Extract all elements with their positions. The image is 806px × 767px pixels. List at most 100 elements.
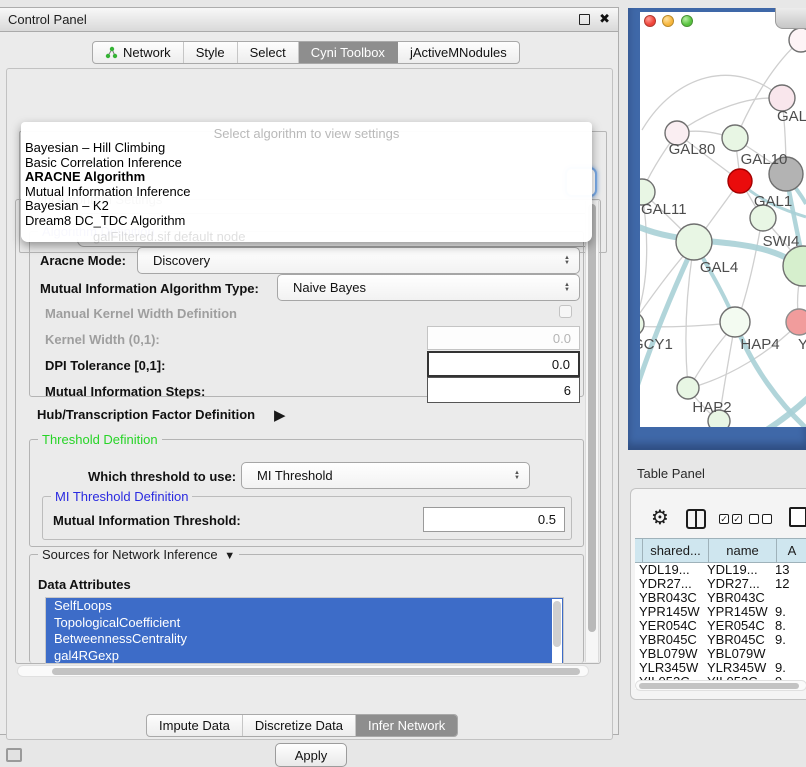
algorithm-option[interactable]: Mutual Information Inference	[21, 185, 592, 200]
tab-network-label: Network	[123, 45, 171, 60]
node-gal10[interactable]	[722, 125, 748, 151]
node-red[interactable]	[728, 169, 752, 193]
network-overlay-toolbar[interactable]	[775, 8, 806, 29]
algorithm-option[interactable]: Bayesian – K2	[21, 199, 592, 214]
table-horizontal-scrollbar-thumb[interactable]	[639, 683, 799, 689]
restore-icon[interactable]	[579, 14, 590, 25]
table-row[interactable]: YBR043CYBR043C	[635, 591, 806, 605]
tab-network[interactable]: Network	[93, 42, 184, 63]
kernel-width-field[interactable]: 0.0	[427, 326, 580, 350]
data-attributes-list: SelfLoops TopologicalCoefficient Between…	[45, 597, 564, 664]
table-row[interactable]: YDR27...YDR27...12	[635, 577, 806, 591]
algorithm-popup-prompt: Select algorithm to view settings	[21, 126, 592, 141]
expand-right-icon[interactable]: ▶	[274, 406, 286, 424]
tab-cyni-toolbox[interactable]: Cyni Toolbox	[299, 42, 398, 63]
settings-vertical-scrollbar[interactable]	[585, 201, 599, 662]
window-title: Control Panel	[0, 12, 87, 27]
attributes-scrollbar[interactable]	[552, 599, 562, 664]
attribute-item-selected[interactable]: gal4RGexp	[46, 648, 563, 665]
mi-threshold-field[interactable]: 0.5	[423, 507, 565, 532]
node-label: GAL1	[754, 193, 792, 210]
algorithm-option[interactable]: Bayesian – Hill Climbing	[21, 141, 592, 156]
new-table-icon[interactable]	[789, 507, 806, 527]
attribute-item-selected[interactable]: TopologicalCoefficient	[46, 615, 563, 632]
table-horizontal-scrollbar[interactable]	[635, 680, 806, 691]
table-row[interactable]: YBL079WYBL079W	[635, 647, 806, 661]
node-gal4[interactable]	[676, 224, 712, 260]
table-row[interactable]: YDL19...YDL19...13	[635, 563, 806, 577]
minimized-panel-icon[interactable]	[6, 748, 22, 762]
table-row[interactable]: YLR345WYLR345W9.	[635, 661, 806, 675]
apply-button[interactable]: Apply	[275, 743, 347, 767]
tab-select[interactable]: Select	[238, 42, 299, 63]
mi-threshold-title: MI Threshold Definition	[51, 489, 192, 504]
node-unlabeled[interactable]	[789, 28, 806, 52]
aracne-mode-label: Aracne Mode:	[40, 253, 126, 268]
stepper-icon: ▲▼	[514, 471, 520, 481]
node-hap2[interactable]	[677, 377, 699, 399]
threshold-definition-group: Threshold Definition Which threshold to …	[29, 439, 584, 547]
algorithm-option[interactable]: Basic Correlation Inference	[21, 156, 592, 171]
gear-icon[interactable]: ⚙	[651, 505, 669, 530]
sources-group: Sources for Network Inference ▼ Data Att…	[29, 554, 584, 663]
control-panel-titlebar[interactable]: Control Panel	[0, 8, 618, 32]
which-threshold-combo[interactable]: MI Threshold ▲▼	[241, 462, 530, 489]
node-label: GAL11	[641, 201, 687, 218]
node-gcy1[interactable]	[640, 312, 644, 336]
tab-jactivemnodules[interactable]: jActiveMNodules	[398, 42, 519, 63]
column-header-shared[interactable]: shared...	[643, 539, 709, 562]
attribute-item-selected[interactable]: BetweennessCentrality	[46, 631, 563, 648]
mi-type-combo[interactable]: Naive Bayes ▲▼	[277, 274, 580, 301]
node-table: shared... name A YDL19...YDL19...13 YDR2…	[635, 538, 806, 691]
collapse-down-icon[interactable]: ▼	[221, 550, 235, 562]
dpi-tolerance-field[interactable]: 0.0	[427, 351, 580, 377]
algorithm-dropdown-popup: Select algorithm to view settings Bayesi…	[21, 122, 592, 242]
attribute-item-selected[interactable]: SelfLoops	[46, 598, 563, 615]
tab-impute-data[interactable]: Impute Data	[147, 715, 243, 736]
close-icon[interactable]: ✖	[599, 11, 610, 27]
mi-steps-field[interactable]: 6	[427, 377, 580, 403]
manual-kernel-checkbox[interactable]	[559, 305, 572, 318]
select-all-icon[interactable]: ✓✓	[719, 514, 742, 524]
aracne-mode-combo[interactable]: Discovery ▲▼	[137, 247, 580, 274]
node-swi4[interactable]	[783, 246, 806, 286]
node-salmon[interactable]	[786, 309, 806, 335]
settings-vertical-scrollbar-thumb[interactable]	[588, 204, 596, 632]
manual-kernel-label: Manual Kernel Width Definition	[45, 306, 237, 321]
stepper-icon: ▲▼	[564, 256, 570, 266]
settings-horizontal-scrollbar-thumb[interactable]	[52, 668, 580, 675]
data-attributes-label: Data Attributes	[38, 577, 131, 592]
table-panel-window: ⚙ ✓✓ shared... name A YDL19...YDL19...13…	[630, 488, 806, 700]
table-row[interactable]: YBR045CYBR045C9.	[635, 633, 806, 647]
network-select-ghost-label: galFiltered.sif default node	[93, 229, 245, 244]
node-hap4[interactable]	[720, 307, 750, 337]
algorithm-option[interactable]: Dream8 DC_TDC Algorithm	[21, 214, 592, 229]
tab-discretize-data[interactable]: Discretize Data	[243, 715, 356, 736]
dpi-tolerance-label: DPI Tolerance [0,1]:	[45, 358, 165, 373]
network-graph[interactable]: GAL GAL80 GAL10 GAL11 GAL1 SWI4 GAL4 GCY…	[640, 12, 806, 427]
table-panel-title: Table Panel	[637, 466, 705, 481]
algorithm-option-selected[interactable]: ARACNE Algorithm	[21, 170, 592, 185]
column-header-name[interactable]: name	[709, 539, 777, 562]
column-header-third[interactable]: A	[777, 539, 806, 562]
columns-icon[interactable]	[686, 509, 706, 529]
tab-infer-network[interactable]: Infer Network	[356, 715, 457, 736]
sources-title: Sources for Network Inference ▼	[38, 547, 239, 562]
table-row[interactable]: YER054CYER054C8.	[635, 619, 806, 633]
stepper-icon: ▲▼	[564, 283, 570, 293]
table-row[interactable]: YPR145WYPR145W9.	[635, 605, 806, 619]
node-label: GAL	[777, 108, 806, 125]
algorithm-definition-group: Algorithm Definition Aracne Mode: Discov…	[29, 231, 584, 397]
node-label: Y	[798, 336, 806, 353]
table-header-spacer	[635, 539, 643, 562]
table-header-row: shared... name A	[635, 538, 806, 563]
which-threshold-label: Which threshold to use:	[88, 469, 236, 484]
tab-style[interactable]: Style	[184, 42, 238, 63]
settings-horizontal-scrollbar[interactable]	[17, 665, 589, 677]
node-label: SWI4	[763, 233, 800, 250]
mi-type-label: Mutual Information Algorithm Type:	[40, 281, 259, 296]
deselect-all-icon[interactable]	[749, 514, 772, 524]
node-label: GAL80	[669, 141, 716, 158]
attributes-scrollbar-thumb[interactable]	[553, 601, 561, 647]
node-label: HAP4	[740, 336, 779, 353]
